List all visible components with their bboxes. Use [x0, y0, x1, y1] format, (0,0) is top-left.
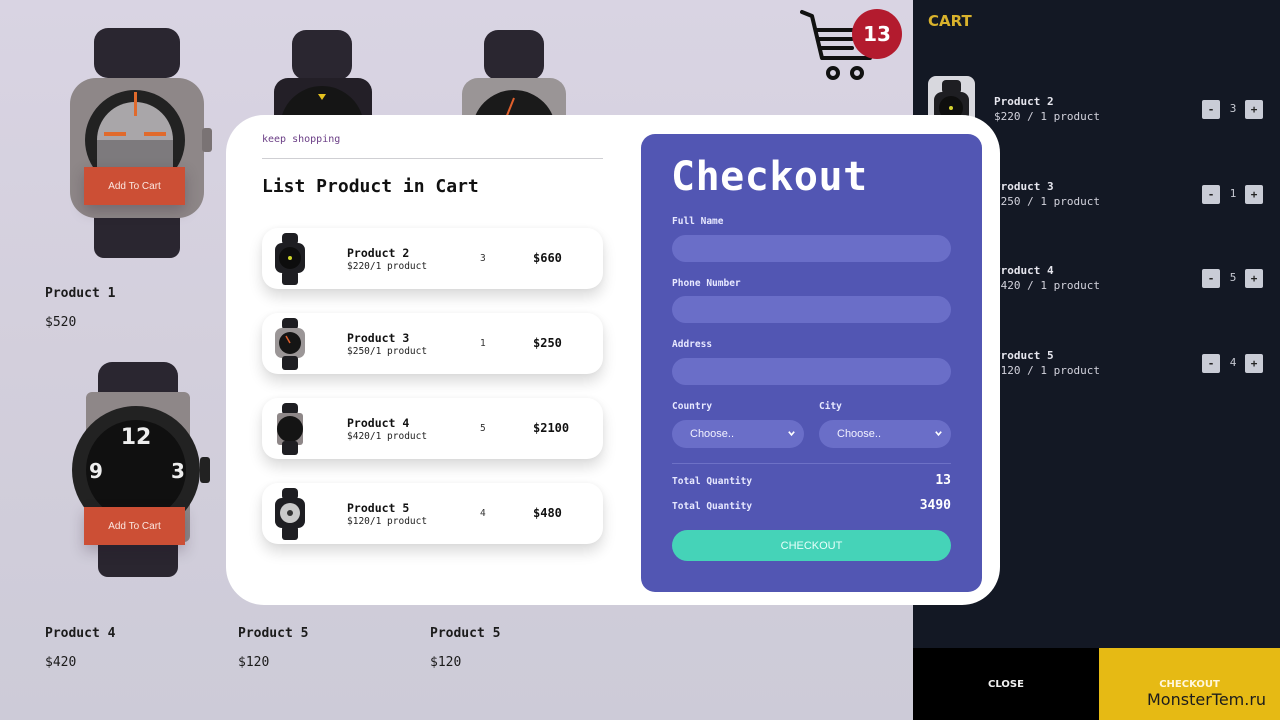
increase-qty-button[interactable]: + [1245, 269, 1263, 288]
country-label: Country [672, 401, 713, 412]
item-name: Product 4 [347, 416, 410, 430]
full-name-input[interactable] [672, 235, 951, 262]
product-name: Product 5 [430, 626, 501, 641]
product-price: $420 [45, 655, 77, 670]
chevron-down-icon [935, 431, 942, 437]
quantity-value: 3 [1229, 102, 1237, 115]
product-price: $120 [430, 655, 462, 670]
item-quantity: 4 [480, 508, 486, 519]
watch-image [274, 30, 372, 128]
decrease-qty-button[interactable]: - [1202, 354, 1220, 373]
full-name-label: Full Name [672, 216, 724, 227]
increase-qty-button[interactable]: + [1245, 354, 1263, 373]
watch-image [70, 28, 212, 258]
product-thumbnail [275, 318, 305, 370]
product-thumbnail [275, 488, 305, 540]
checkout-title: Checkout [671, 154, 868, 200]
item-total: $2100 [533, 421, 570, 435]
decrease-qty-button[interactable]: - [1202, 269, 1220, 288]
decrease-qty-button[interactable]: - [1202, 185, 1220, 204]
item-quantity: 1 [480, 338, 486, 349]
checkout-modal: keep shopping List Product in Cart Produ… [226, 115, 1000, 605]
product-thumbnail [277, 403, 303, 455]
add-to-cart-button[interactable]: Add To Cart [84, 507, 185, 545]
cart-list-title: List Product in Cart [262, 176, 479, 197]
sidebar-item-unit-price: $250 / 1 product [994, 195, 1100, 208]
city-selected-value: Choose.. [837, 428, 882, 440]
sidebar-item-name: Product 2 [994, 95, 1054, 108]
checkout-submit-button[interactable]: CHECKOUT [672, 530, 951, 561]
item-total: $480 [533, 506, 562, 520]
quantity-value: 1 [1229, 187, 1237, 200]
watermark: MonsterTem.ru [1147, 690, 1267, 709]
cart-count-badge: 13 [852, 9, 902, 59]
item-unit-price: $250/1 product [347, 346, 428, 357]
item-name: Product 3 [347, 331, 410, 345]
quantity-value: 4 [1229, 356, 1237, 369]
divider [262, 158, 603, 159]
sidebar-title: CART [928, 12, 972, 30]
item-quantity: 5 [480, 423, 486, 434]
item-name: Product 5 [347, 501, 410, 515]
item-total: $250 [533, 336, 562, 350]
sidebar-item-unit-price: $220 / 1 product [994, 110, 1100, 123]
chevron-down-icon [788, 431, 795, 437]
country-select[interactable]: Choose.. [672, 420, 804, 448]
product-thumbnail [275, 233, 305, 285]
total-quantity-label: Total Quantity [672, 476, 753, 487]
item-unit-price: $220/1 product [347, 261, 428, 272]
item-unit-price: $420/1 product [347, 431, 428, 442]
cart-list-item: Product 2 $220/1 product 3 $660 [262, 228, 603, 289]
increase-qty-button[interactable]: + [1245, 100, 1263, 119]
quantity-value: 5 [1229, 271, 1237, 284]
sidebar-item-unit-price: $120 / 1 product [994, 364, 1100, 377]
sidebar-item-name: Product 3 [994, 180, 1054, 193]
add-to-cart-button[interactable]: Add To Cart [84, 167, 185, 205]
cart-list-item: Product 4 $420/1 product 5 $2100 [262, 398, 603, 459]
divider [672, 463, 951, 464]
city-select[interactable]: Choose.. [819, 420, 951, 448]
total-quantity-value: 13 [935, 473, 951, 488]
address-label: Address [672, 339, 713, 350]
product-name: Product 4 [45, 626, 116, 641]
product-name: Product 1 [45, 286, 116, 301]
country-selected-value: Choose.. [690, 428, 735, 440]
increase-qty-button[interactable]: + [1245, 185, 1263, 204]
product-name: Product 5 [238, 626, 309, 641]
total-price-label: Total Quantity [672, 501, 753, 512]
sidebar-item-name: Product 4 [994, 264, 1054, 277]
item-total: $660 [533, 251, 562, 265]
item-name: Product 2 [347, 246, 410, 260]
item-unit-price: $120/1 product [347, 516, 428, 527]
city-label: City [819, 401, 842, 412]
phone-number-label: Phone Number [672, 278, 741, 289]
sidebar-item-unit-price: $420 / 1 product [994, 279, 1100, 292]
svg-text:3: 3 [171, 459, 185, 483]
svg-text:12: 12 [121, 425, 152, 450]
address-input[interactable] [672, 358, 951, 385]
decrease-qty-button[interactable]: - [1202, 100, 1220, 119]
total-price-value: 3490 [919, 498, 951, 513]
phone-number-input[interactable] [672, 296, 951, 323]
cart-list-item: Product 5 $120/1 product 4 $480 [262, 483, 603, 544]
watch-image [462, 30, 566, 128]
svg-text:9: 9 [89, 459, 103, 483]
keep-shopping-link[interactable]: keep shopping [262, 134, 340, 145]
item-quantity: 3 [480, 253, 486, 264]
product-price: $520 [45, 315, 77, 330]
checkout-form: Checkout Full Name Phone Number Address … [641, 134, 982, 592]
product-price: $120 [238, 655, 270, 670]
close-cart-button[interactable]: CLOSE [913, 648, 1099, 720]
cart-list-item: Product 3 $250/1 product 1 $250 [262, 313, 603, 374]
sidebar-item-name: Product 5 [994, 349, 1054, 362]
sidebar-checkout-button[interactable]: CHECKOUT [1099, 648, 1280, 720]
